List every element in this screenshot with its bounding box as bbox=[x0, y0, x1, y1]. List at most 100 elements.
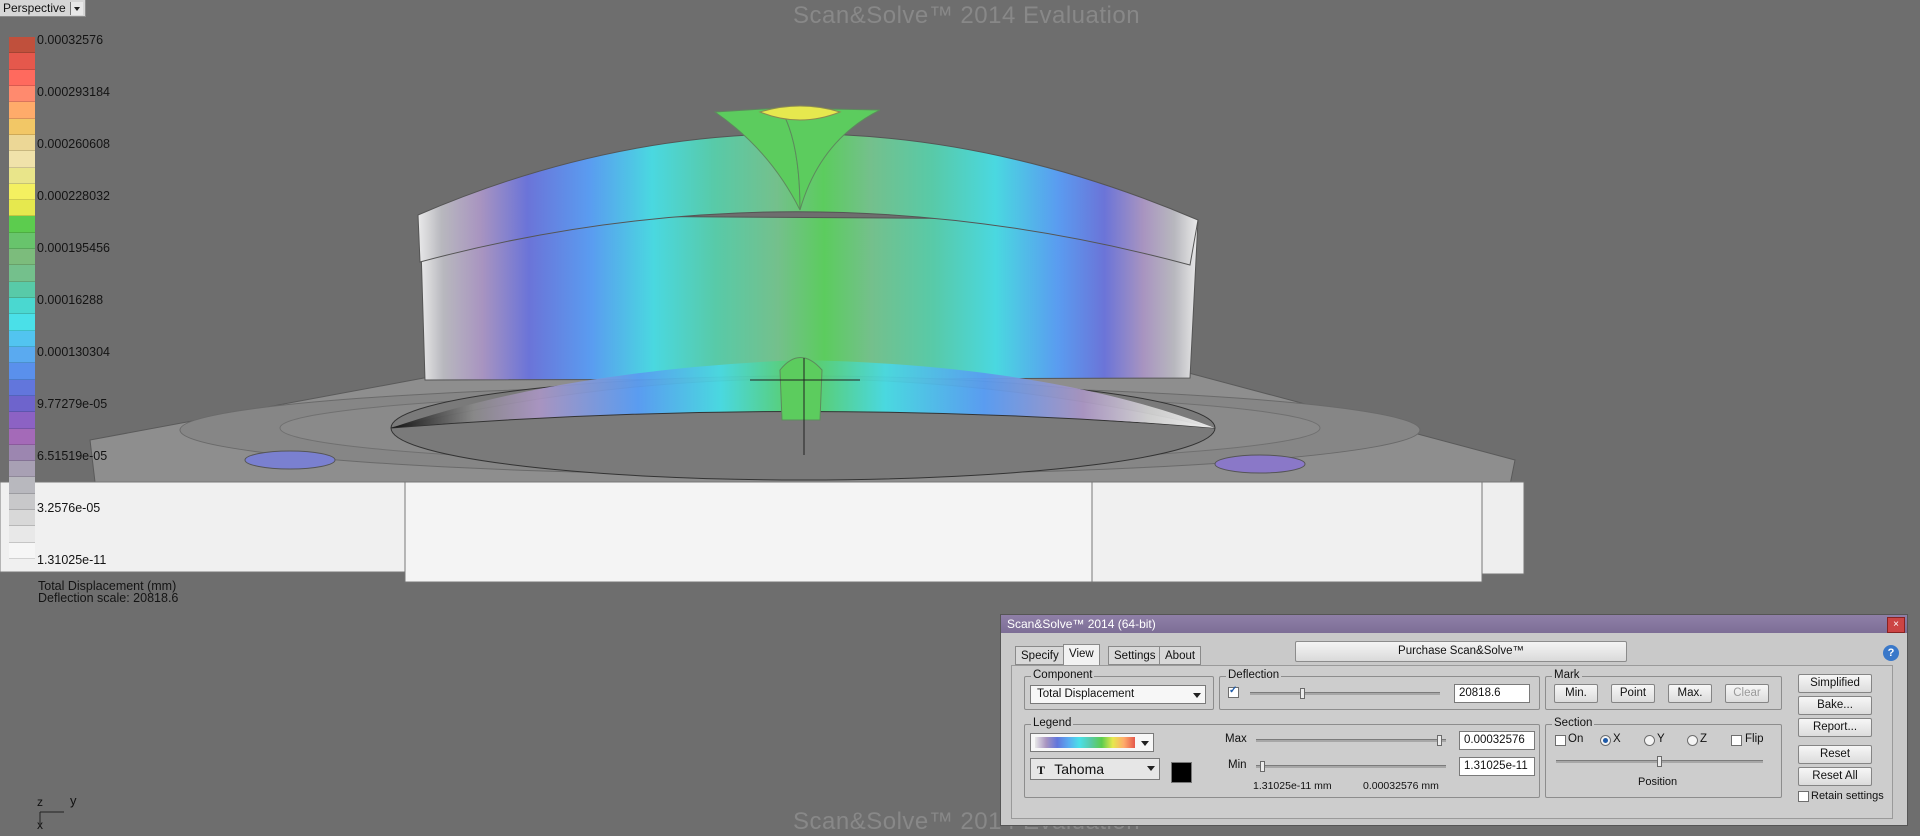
component-group-title: Component bbox=[1031, 669, 1095, 681]
legend-color-cell bbox=[9, 298, 35, 315]
legend-color-cell bbox=[9, 102, 35, 119]
section-position-slider-thumb[interactable] bbox=[1657, 756, 1662, 767]
axis-z-label: z bbox=[37, 795, 43, 809]
section-y-radio[interactable] bbox=[1644, 735, 1655, 746]
section-x-label: X bbox=[1613, 733, 1621, 745]
legend-color-cell bbox=[9, 265, 35, 282]
legend-color-cell bbox=[9, 542, 35, 559]
legend-color-cell bbox=[9, 395, 35, 413]
legend-color-cell bbox=[9, 363, 35, 380]
legend-color-cell bbox=[9, 314, 35, 331]
legend-font-value: Tahoma bbox=[1054, 761, 1105, 777]
chevron-down-icon bbox=[1141, 741, 1149, 746]
legend-color-cell bbox=[9, 216, 35, 233]
legend-label: 0.00032576 bbox=[37, 33, 104, 47]
legend-color-cell bbox=[9, 37, 35, 54]
simplified-button[interactable]: Simplified bbox=[1798, 674, 1872, 693]
view-tab-page: Component Total Displacement Deflection … bbox=[1011, 665, 1893, 819]
retain-settings-checkbox[interactable] bbox=[1798, 791, 1809, 802]
legend-label: 0.000260608 bbox=[37, 137, 110, 151]
legend-color-cell bbox=[9, 53, 35, 70]
mark-min-button[interactable]: Min. bbox=[1554, 684, 1598, 703]
legend-color-swatch[interactable] bbox=[1171, 762, 1192, 783]
chevron-down-icon bbox=[1193, 693, 1201, 698]
font-icon: T bbox=[1037, 763, 1046, 777]
deflection-slider[interactable] bbox=[1250, 688, 1440, 699]
legend-min-slider-thumb[interactable] bbox=[1260, 761, 1265, 772]
legend-label: 0.000228032 bbox=[37, 189, 110, 203]
deflection-checkbox[interactable] bbox=[1228, 685, 1239, 698]
legend-max-slider[interactable] bbox=[1256, 735, 1446, 746]
deflection-slider-thumb[interactable] bbox=[1300, 688, 1305, 699]
legend-color-cell bbox=[9, 477, 35, 494]
legend-max-slider-thumb[interactable] bbox=[1437, 735, 1442, 746]
legend-min-field[interactable]: 1.31025e-11 bbox=[1459, 757, 1535, 776]
section-z-label: Z bbox=[1700, 733, 1708, 745]
legend-label: 1.31025e-11 bbox=[37, 553, 107, 567]
mark-group-title: Mark bbox=[1552, 669, 1582, 681]
tab-specify[interactable]: Specify bbox=[1015, 646, 1065, 665]
chevron-down-icon bbox=[1147, 766, 1155, 771]
legend-label: 0.000195456 bbox=[37, 241, 110, 255]
close-icon[interactable]: × bbox=[1887, 617, 1905, 633]
legend-max-label: Max bbox=[1225, 733, 1247, 745]
report-button[interactable]: Report... bbox=[1798, 718, 1872, 737]
section-on-label: On bbox=[1568, 733, 1584, 745]
deflection-value-field[interactable]: 20818.6 bbox=[1454, 684, 1530, 703]
legend-label: 3.2576e-05 bbox=[37, 501, 101, 515]
mark-max-button[interactable]: Max. bbox=[1668, 684, 1712, 703]
section-flip-checkbox[interactable] bbox=[1731, 735, 1742, 746]
section-on-checkbox[interactable] bbox=[1555, 735, 1566, 746]
section-z-radio[interactable] bbox=[1687, 735, 1698, 746]
legend-color-cell bbox=[9, 493, 35, 511]
retain-settings-label: Retain settings bbox=[1811, 790, 1884, 802]
legend-label: 0.000130304 bbox=[37, 345, 110, 359]
legend-min-slider[interactable] bbox=[1256, 761, 1446, 772]
legend-color-cell bbox=[9, 151, 35, 168]
legend-color-cell bbox=[9, 134, 35, 152]
section-position-slider[interactable] bbox=[1556, 756, 1763, 767]
reset-all-button[interactable]: Reset All bbox=[1798, 767, 1872, 786]
bake-button[interactable]: Bake... bbox=[1798, 696, 1872, 715]
legend-color-cell bbox=[9, 69, 35, 86]
tab-view[interactable]: View bbox=[1063, 644, 1100, 666]
purchase-button[interactable]: Purchase Scan&Solve™ bbox=[1295, 641, 1627, 662]
tab-about[interactable]: About bbox=[1159, 646, 1202, 665]
legend-color-cell bbox=[9, 232, 35, 250]
component-group: Component Total Displacement bbox=[1024, 669, 1214, 710]
reset-button[interactable]: Reset bbox=[1798, 745, 1872, 764]
legend-caption-scale: Deflection scale: 20818.6 bbox=[38, 591, 179, 605]
help-icon[interactable]: ? bbox=[1883, 645, 1899, 661]
legend-label: 0.000293184 bbox=[37, 85, 110, 99]
axis-y-label: y bbox=[70, 793, 77, 808]
legend-color-cell bbox=[9, 510, 35, 527]
mark-clear-button[interactable]: Clear bbox=[1725, 684, 1769, 703]
legend-color-cell bbox=[9, 461, 35, 478]
deflection-group-title: Deflection bbox=[1226, 669, 1282, 681]
legend-color-cell bbox=[9, 526, 35, 543]
legend-label: 0.00016288 bbox=[37, 293, 104, 307]
legend-max-field[interactable]: 0.00032576 bbox=[1459, 731, 1535, 750]
legend-color-cell bbox=[9, 428, 35, 445]
legend-color-cell bbox=[9, 412, 35, 429]
palette-swatch bbox=[1035, 737, 1135, 748]
legend-color-cell bbox=[9, 379, 35, 396]
section-group-title: Section bbox=[1552, 717, 1595, 729]
legend-color-cell bbox=[9, 183, 35, 201]
scan-solve-panel: Scan&Solve™ 2014 (64-bit) × Specify View… bbox=[1000, 614, 1908, 826]
mark-point-button[interactable]: Point bbox=[1611, 684, 1655, 703]
legend-palette-dropdown[interactable] bbox=[1030, 733, 1154, 752]
tab-settings[interactable]: Settings bbox=[1108, 646, 1162, 665]
legend-min-label: Min bbox=[1228, 759, 1247, 771]
panel-title-bar[interactable]: Scan&Solve™ 2014 (64-bit) × bbox=[1001, 615, 1907, 633]
legend-group: Legend T Tahoma Max 0.00032576 Min 1.310… bbox=[1024, 717, 1540, 798]
section-x-radio[interactable] bbox=[1600, 735, 1611, 746]
axis-x-label: x bbox=[37, 818, 43, 832]
legend-range-min: 1.31025e-11 mm bbox=[1253, 780, 1332, 792]
section-position-label: Position bbox=[1638, 776, 1678, 788]
legend-color-cell bbox=[9, 118, 35, 135]
component-dropdown[interactable]: Total Displacement bbox=[1030, 685, 1206, 704]
legend-color-cell bbox=[9, 281, 35, 298]
axis-indicator: z y x bbox=[34, 790, 94, 835]
legend-font-dropdown[interactable]: T Tahoma bbox=[1030, 758, 1160, 780]
